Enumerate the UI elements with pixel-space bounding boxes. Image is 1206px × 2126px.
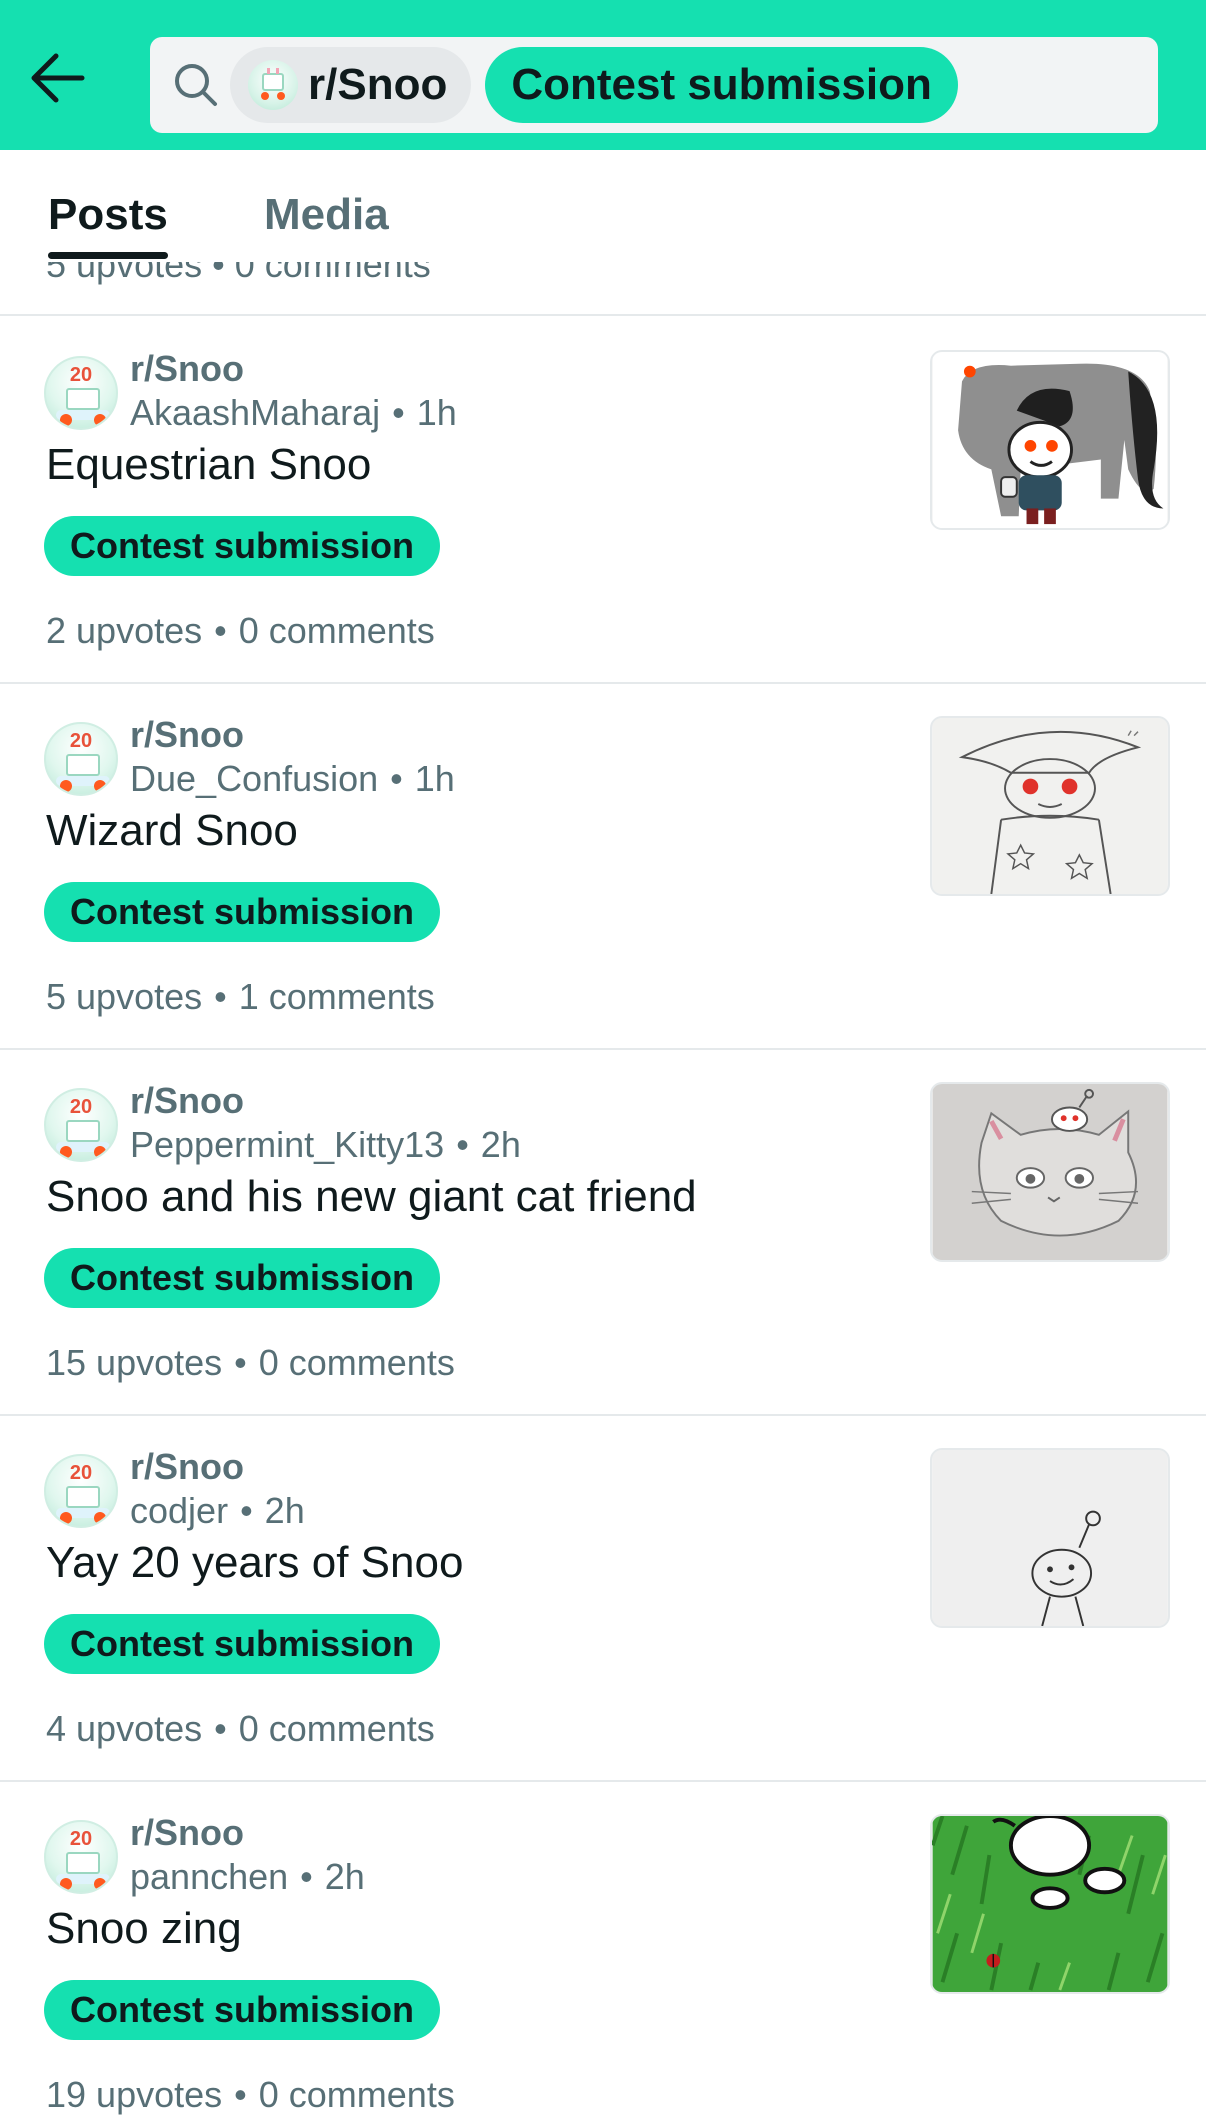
- post-thumbnail[interactable]: [930, 716, 1170, 896]
- post-author[interactable]: AkaashMaharaj: [130, 392, 380, 433]
- post-flair[interactable]: Contest submission: [44, 1248, 441, 1308]
- post-comments: 1 comments: [238, 976, 435, 1017]
- back-arrow-icon: [26, 46, 90, 115]
- post-card[interactable]: 20 r/Snoo Due_Confusion • 1h Wizard Snoo C…: [0, 684, 1206, 1050]
- post-comments: 0 comments: [258, 2074, 455, 2115]
- post-upvotes: 4 upvotes: [46, 1708, 203, 1749]
- avatar-number: 20: [69, 1828, 93, 1850]
- search-icon: [170, 59, 222, 111]
- post-thumbnail[interactable]: [930, 350, 1170, 530]
- post-time: 2h: [324, 1856, 365, 1897]
- post-comments: 0 comments: [238, 1708, 435, 1749]
- post-flair[interactable]: Contest submission: [44, 516, 441, 576]
- subreddit-avatar: 20: [44, 722, 118, 796]
- post-title[interactable]: Snoo and his new giant cat friend: [46, 1172, 697, 1222]
- post-card[interactable]: 20 r/Snoo Peppermint_Kitty13 • 2h Snoo and…: [0, 1050, 1206, 1416]
- top-bar: r/Snoo Contest submission: [0, 0, 1206, 150]
- avatar-number: 20: [69, 1462, 93, 1484]
- post-thumbnail[interactable]: [930, 1082, 1170, 1262]
- post-author[interactable]: Due_Confusion: [130, 758, 378, 799]
- post-stats: 15 upvotes • 0 comments: [46, 1342, 455, 1383]
- post-author[interactable]: pannchen: [130, 1856, 288, 1897]
- subreddit-avatar: 20: [44, 356, 118, 430]
- app-screen: r/Snoo Contest submission 5 upvotes • 0 …: [0, 0, 1206, 2126]
- post-stats: 4 upvotes • 0 comments: [46, 1708, 435, 1749]
- avatar-number: 20: [69, 1096, 93, 1118]
- post-meta: Peppermint_Kitty13 • 2h: [130, 1124, 521, 1165]
- post-comments: 0 comments: [238, 610, 435, 651]
- post-comments: 0 comments: [258, 1342, 455, 1383]
- post-upvotes: 15 upvotes: [46, 1342, 223, 1383]
- tab-bar: Posts Media: [0, 150, 1206, 262]
- post-upvotes: 19 upvotes: [46, 2074, 223, 2115]
- post-upvotes: 2 upvotes: [46, 610, 203, 651]
- post-author[interactable]: codjer: [130, 1490, 228, 1531]
- subreddit-avatar: 20: [44, 1454, 118, 1528]
- post-upvotes: 5 upvotes: [46, 976, 203, 1017]
- subreddit-chip[interactable]: r/Snoo: [230, 47, 472, 123]
- post-stats: 19 upvotes • 0 comments: [46, 2074, 455, 2115]
- avatar-number: 20: [69, 364, 93, 386]
- tab-posts[interactable]: Posts: [48, 190, 168, 240]
- post-card[interactable]: 20 r/Snoo codjer • 2h Yay 20 years of Snoo…: [0, 1416, 1206, 1782]
- post-title[interactable]: Wizard Snoo: [46, 806, 298, 856]
- post-thumbnail[interactable]: [930, 1448, 1170, 1628]
- post-time: 2h: [480, 1124, 521, 1165]
- post-subreddit[interactable]: r/Snoo: [130, 1080, 244, 1122]
- flair-filter-chip[interactable]: Contest submission: [485, 47, 958, 123]
- post-meta: pannchen • 2h: [130, 1856, 365, 1897]
- tab-media[interactable]: Media: [264, 190, 389, 240]
- post-title[interactable]: Yay 20 years of Snoo: [46, 1538, 463, 1588]
- post-time: 1h: [414, 758, 455, 799]
- subreddit-avatar: 20: [44, 1820, 118, 1894]
- post-flair[interactable]: Contest submission: [44, 1614, 441, 1674]
- post-meta: codjer • 2h: [130, 1490, 305, 1531]
- post-meta: AkaashMaharaj • 1h: [130, 392, 457, 433]
- post-flair[interactable]: Contest submission: [44, 1980, 441, 2040]
- post-subreddit[interactable]: r/Snoo: [130, 1812, 244, 1854]
- post-time: 2h: [264, 1490, 305, 1531]
- subreddit-chip-label: r/Snoo: [308, 60, 448, 109]
- post-meta: Due_Confusion • 1h: [130, 758, 455, 799]
- search-bar[interactable]: r/Snoo Contest submission: [150, 37, 1158, 133]
- post-subreddit[interactable]: r/Snoo: [130, 1446, 244, 1488]
- active-tab-indicator: [48, 252, 168, 259]
- post-subreddit[interactable]: r/Snoo: [130, 348, 244, 390]
- post-stats: 5 upvotes • 1 comments: [46, 976, 435, 1017]
- avatar-number: 20: [69, 730, 93, 752]
- subreddit-avatar: 20: [44, 1088, 118, 1162]
- post-flair[interactable]: Contest submission: [44, 882, 441, 942]
- post-title[interactable]: Equestrian Snoo: [46, 440, 371, 490]
- post-title[interactable]: Snoo zing: [46, 1904, 242, 1954]
- post-card[interactable]: 20 r/Snoo pannchen • 2h Snoo zing Contest …: [0, 1782, 1206, 2126]
- back-button[interactable]: [18, 40, 98, 120]
- post-time: 1h: [416, 392, 457, 433]
- subreddit-avatar: [248, 60, 298, 110]
- post-card[interactable]: 20 r/Snoo AkaashMaharaj • 1h Equestrian Sn…: [0, 318, 1206, 684]
- post-author[interactable]: Peppermint_Kitty13: [130, 1124, 444, 1165]
- post-thumbnail[interactable]: [930, 1814, 1170, 1994]
- post-subreddit[interactable]: r/Snoo: [130, 714, 244, 756]
- post-stats: 2 upvotes • 0 comments: [46, 610, 435, 651]
